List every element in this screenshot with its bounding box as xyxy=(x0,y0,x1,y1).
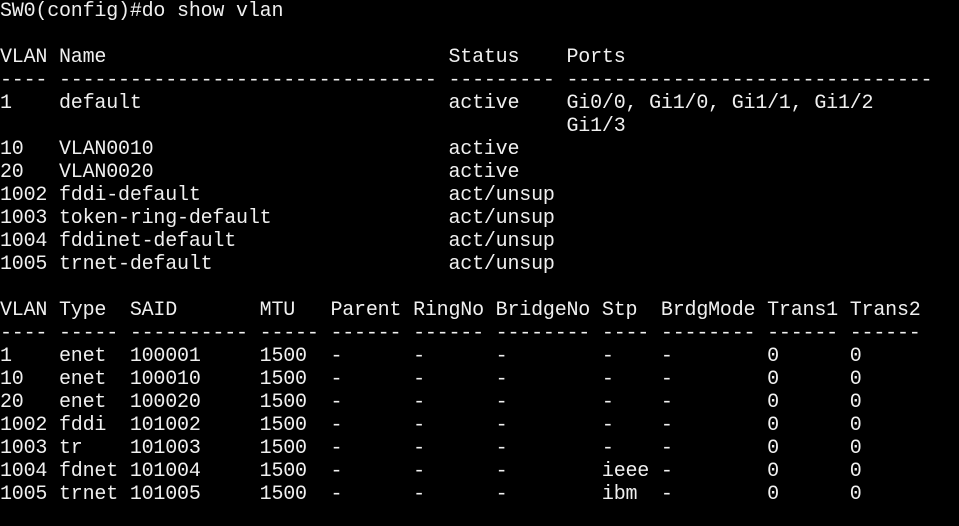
type-table-row: 20 enet 100020 1500 - - - - - 0 0 xyxy=(0,391,862,414)
type-table-header: VLAN Type SAID MTU Parent RingNo BridgeN… xyxy=(0,299,921,322)
type-table-row: 1002 fddi 101002 1500 - - - - - 0 0 xyxy=(0,414,862,437)
vlan-table-row: 1004 fddinet-default act/unsup xyxy=(0,230,555,253)
vlan-table-row: 20 VLAN0020 active xyxy=(0,161,520,184)
vlan-table-row: 1002 fddi-default act/unsup xyxy=(0,184,555,207)
type-table-row: 1003 tr 101003 1500 - - - - - 0 0 xyxy=(0,437,862,460)
type-table-row: 10 enet 100010 1500 - - - - - 0 0 xyxy=(0,368,862,391)
terminal-window[interactable]: SW0(config)#do show vlan VLAN Name Statu… xyxy=(0,0,959,526)
type-table-row: 1005 trnet 101005 1500 - - - ibm - 0 0 xyxy=(0,483,862,506)
type-table-separator: ---- ----- ---------- ----- ------ -----… xyxy=(0,322,921,345)
vlan-table-separator: ---- -------------------------------- --… xyxy=(0,69,933,92)
command-prompt-line: SW0(config)#do show vlan xyxy=(0,0,284,23)
vlan-table-row: 10 VLAN0010 active xyxy=(0,138,520,161)
vlan-table-header: VLAN Name Status Ports xyxy=(0,46,626,69)
type-table-row: 1004 fdnet 101004 1500 - - - ieee - 0 0 xyxy=(0,460,862,483)
vlan-table-row: 1003 token-ring-default act/unsup xyxy=(0,207,555,230)
type-table-row: 1 enet 100001 1500 - - - - - 0 0 xyxy=(0,345,862,368)
vlan-table-row: 1005 trnet-default act/unsup xyxy=(0,253,555,276)
vlan-table-row: Gi1/3 xyxy=(0,115,626,138)
vlan-table-row: 1 default active Gi0/0, Gi1/0, Gi1/1, Gi… xyxy=(0,92,874,115)
